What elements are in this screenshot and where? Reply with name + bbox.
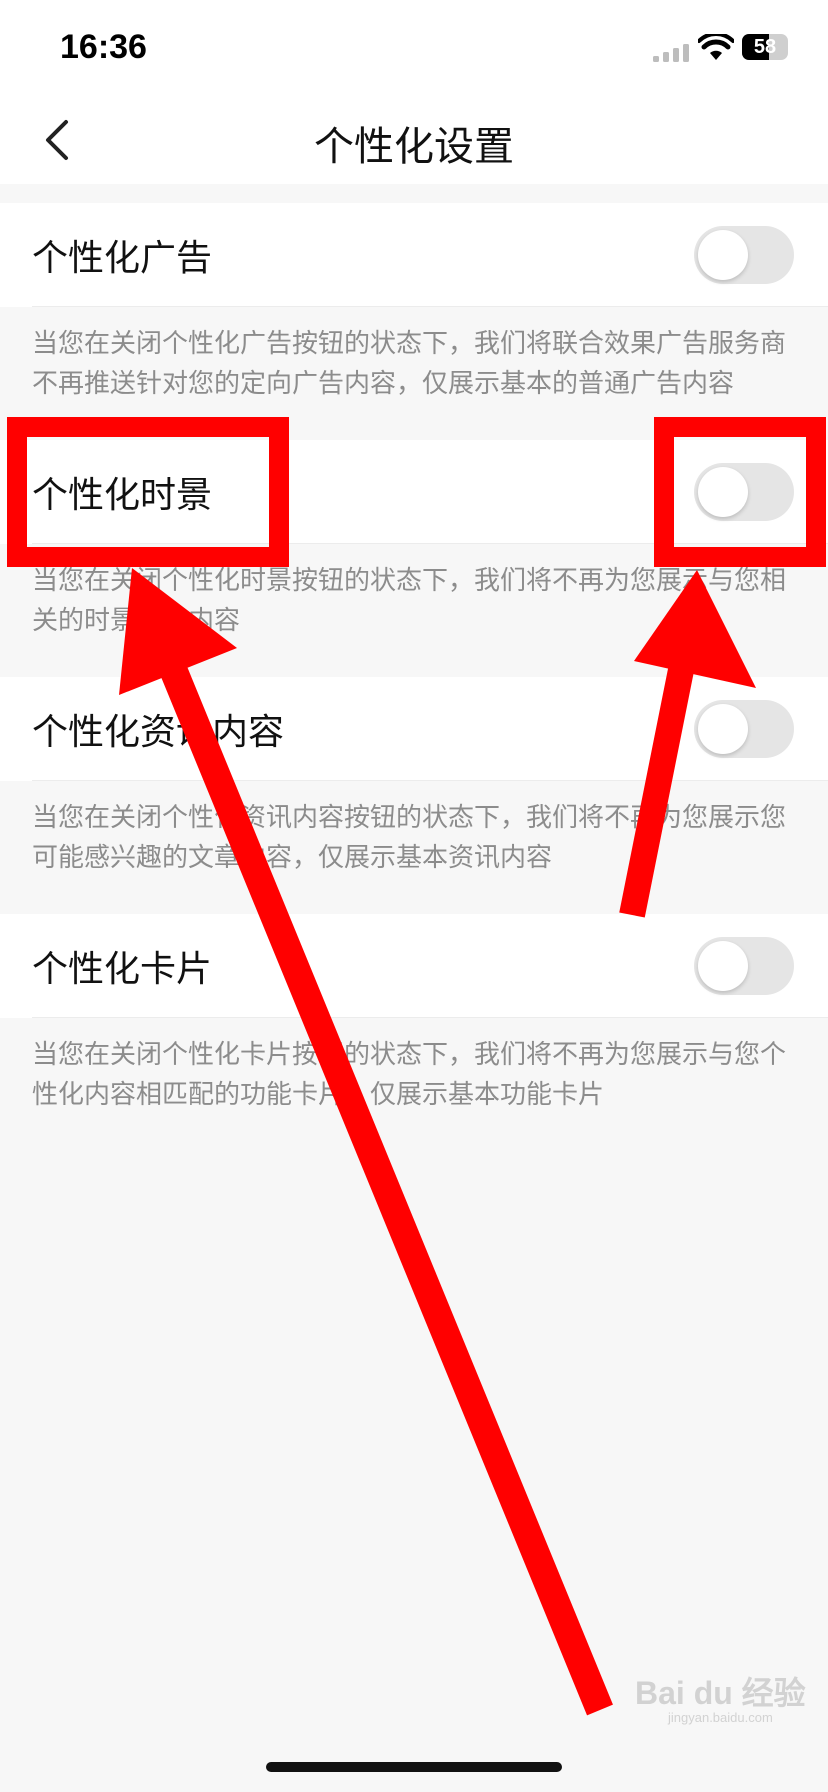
highlight-box-toggle <box>654 417 826 567</box>
annotation-arrow-shaft <box>619 647 698 918</box>
annotation-arrow-head <box>634 570 756 688</box>
home-indicator[interactable] <box>266 1762 562 1772</box>
highlight-box-label <box>7 417 289 567</box>
annotation-overlay <box>7 417 826 1716</box>
annotation-arrow-shaft <box>155 651 613 1716</box>
